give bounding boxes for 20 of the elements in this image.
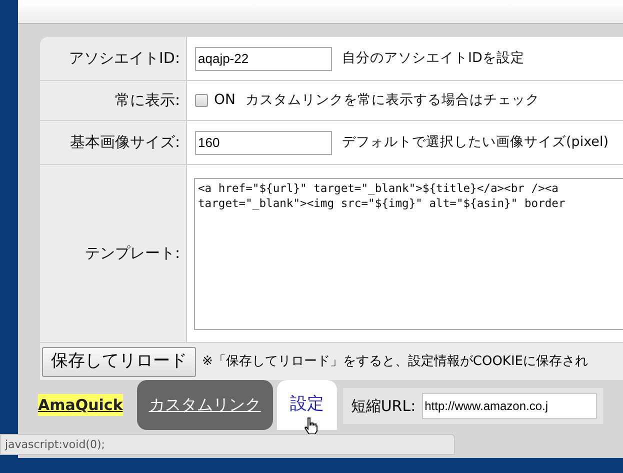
checkbox[interactable] <box>195 94 208 107</box>
field-label: テンプレート: <box>84 243 180 264</box>
template-textarea[interactable]: <a href="${url}" target="_blank">${title}</a><br /><a target="_blank"><img src="${img}" alt="${asin}" border <box>194 178 623 330</box>
field-label: アソシエイトID: <box>68 48 180 70</box>
short-url-label: 短縮URL: <box>350 396 416 417</box>
text-field[interactable]: 160 <box>195 130 332 154</box>
checkbox-label: ON <box>214 91 236 110</box>
tab[interactable]: カスタムリンク <box>136 380 273 430</box>
save-reload-button[interactable]: 保存してリロード <box>42 346 196 376</box>
field-label: 常に表示: <box>114 90 180 112</box>
text-field[interactable]: aqajp-22 <box>195 46 332 70</box>
short-url-field[interactable]: http://www.amazon.co.j <box>422 393 597 419</box>
hand-cursor-icon <box>304 417 318 435</box>
app-link[interactable]: AmaQuick <box>38 394 123 416</box>
field-hint: カスタムリンクを常に表示する場合はチェック <box>246 91 540 110</box>
field-hint: 自分のアソシエイトIDを設定 <box>342 49 524 68</box>
status-bar: javascript:void(0); <box>0 434 455 455</box>
field-hint: デフォルトで選択したい画像サイズ(pixel) <box>342 133 608 152</box>
save-note: ※「保存してリロード」をすると、設定情報がCOOKIEに保存され <box>202 352 588 371</box>
field-label: 基本画像サイズ: <box>70 132 180 154</box>
